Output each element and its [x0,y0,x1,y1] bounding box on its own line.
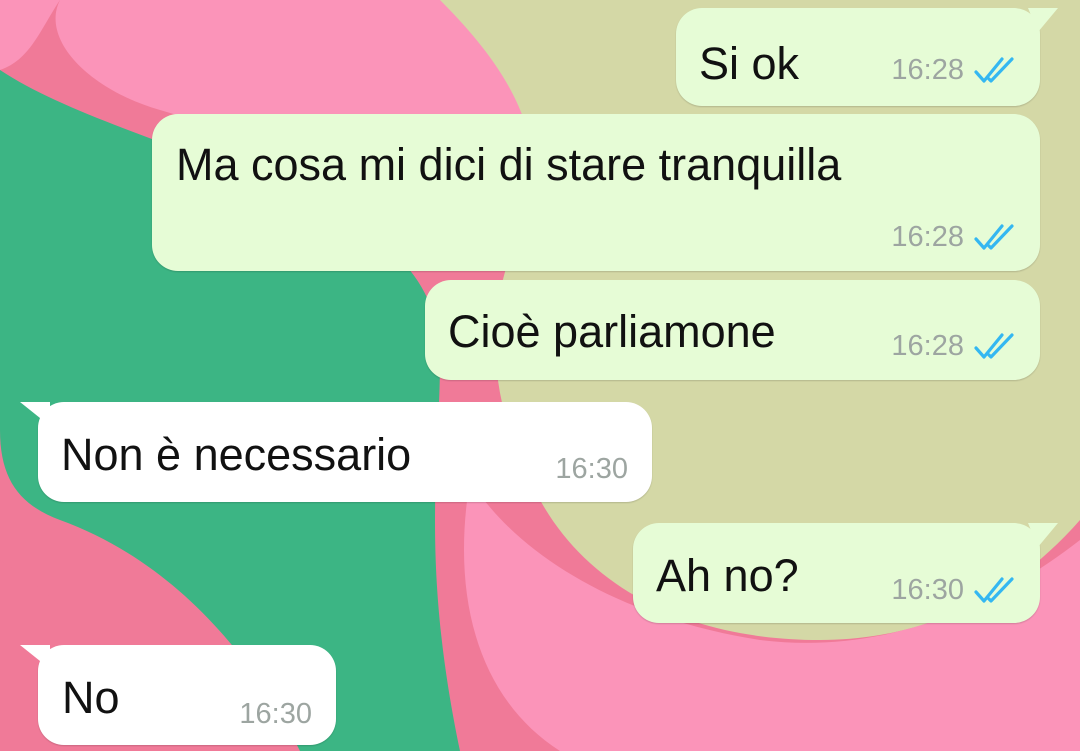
message-bubble-outgoing[interactable]: Si ok 16:28 [676,8,1058,106]
message-meta: 16:30 [555,455,628,484]
bubble-tail [1028,523,1058,547]
double-check-icon [974,57,1014,83]
message-timestamp: 16:28 [891,220,964,253]
message-timestamp: 16:30 [239,698,312,730]
message-bubble-incoming[interactable]: No 16:30 [20,645,336,745]
message-meta: 16:28 [891,221,1018,253]
message-bubble-outgoing[interactable]: Cioè parliamone 16:28 [425,280,1040,380]
double-check-icon [974,577,1014,603]
message-text: Ah no? [656,550,799,601]
message-meta: 16:28 [891,54,1018,86]
message-timestamp: 16:28 [891,329,964,362]
bubble-tail [20,645,50,669]
message-text: Si ok [699,38,800,89]
message-bubble-incoming[interactable]: Non è necessario 16:30 [20,402,652,502]
message-timestamp: 16:28 [891,53,964,86]
message-bubble-outgoing[interactable]: Ah no? 16:30 [633,523,1058,623]
message-timestamp: 16:30 [555,453,628,485]
message-timestamp: 16:30 [891,573,964,606]
message-text: Non è necessario [61,429,412,480]
message-meta: 16:28 [891,330,1018,362]
double-check-icon [974,333,1014,359]
bubble-tail [1028,8,1058,32]
message-meta: 16:30 [239,700,312,729]
message-text: Ma cosa mi dici di stare tranquilla [176,139,842,190]
message-bubble-outgoing[interactable]: Ma cosa mi dici di stare tranquilla 16:2… [152,114,1040,271]
message-meta: 16:30 [891,574,1018,606]
message-text: No [62,672,120,723]
message-text: Cioè parliamone [448,306,776,357]
double-check-icon [974,224,1014,250]
bubble-tail [20,402,50,426]
